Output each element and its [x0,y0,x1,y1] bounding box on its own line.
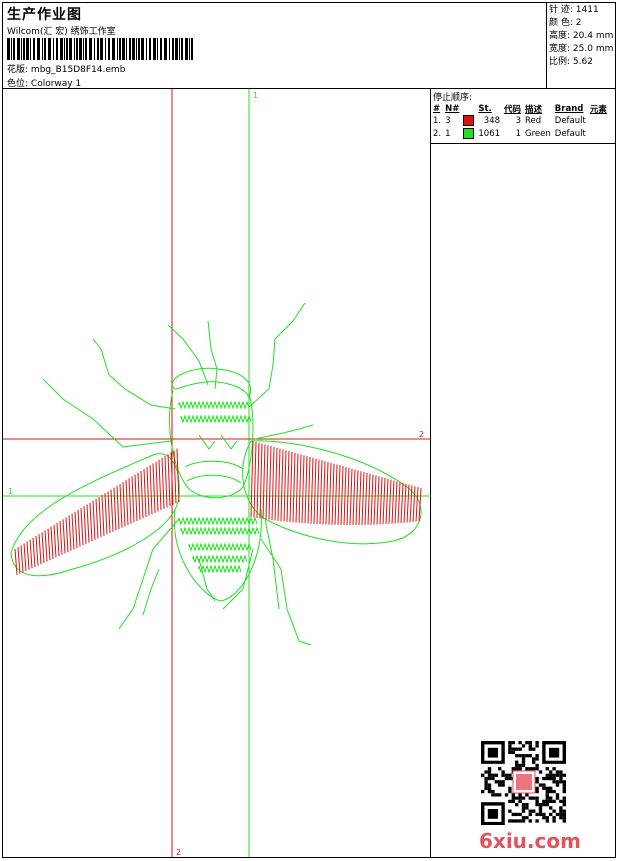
table-row: 2. 1 1061 1 Green Default [433,128,586,139]
design-line: 花版: mbg_B15D8F14.emb [7,62,125,75]
colorway-label: 色位: [7,79,29,89]
design-canvas: 1 1 2 2 [3,89,431,857]
stat-height: 高度: 20.4 mm [549,31,614,41]
color-swatch-red [463,115,475,126]
col-index: # [433,104,441,114]
production-worksheet: 生产作业图 Wilcom(汇 宏) 绣饰工作室 花版: mbg_B15D8F14… [2,2,616,858]
studio-name: Wilcom(汇 宏) 绣饰工作室 [7,27,116,37]
col-element: 元素 [589,105,607,115]
stat-colors: 颜 色: 2 [549,18,582,28]
col-code: 代码 [504,105,522,115]
qr-code [481,741,566,825]
table-header-row: # N# St. 代码 描述 Brand 元素 [432,103,610,115]
design-file: mbg_B15D8F14.emb [30,65,126,75]
col-needle: N# [445,104,460,114]
stat-scale: 比例: 5.62 [549,57,593,67]
red-horizontal-guide-label: 2 [419,430,424,439]
green-horizontal-guide-label: 1 [8,487,13,496]
red-vertical-guide-label: 2 [176,848,181,857]
fly-body-satin [178,400,260,574]
header-panel: 生产作业图 Wilcom(汇 宏) 绣饰工作室 花版: mbg_B15D8F14… [3,3,547,89]
colorway-line: 色位: Colorway 1 [7,76,81,89]
stats-panel: 针 迹: 1411 颜 色: 2 高度: 20.4 mm 宽度: 25.0 mm… [547,3,615,89]
stat-stitches: 针 迹: 1411 [549,5,599,15]
right-wing [242,440,422,545]
watermark-text: 6xiu.com [479,829,581,853]
table-row: 1. 3 348 3 Red Default [433,115,586,126]
page-title: 生产作业图 [7,7,82,23]
col-description: 描述 [525,105,543,115]
left-wing [10,448,180,577]
table-divider [431,143,615,144]
colorway-value: Colorway 1 [30,79,82,89]
design-label: 花版: [7,65,29,75]
stop-sequence-heading: 停止顺序: [433,93,473,103]
stat-width: 宽度: 25.0 mm [549,44,614,54]
stop-sequence-table: # N# St. 代码 描述 Brand 元素 1. 3 348 3 Red D… [432,103,610,141]
embroidery-preview: 1 1 2 2 [3,89,431,857]
barcode [7,38,193,60]
color-swatch-green [463,128,475,139]
col-swatch [462,103,477,115]
col-brand: Brand [554,104,584,114]
green-vertical-guide-label: 1 [253,91,258,100]
col-stitches: St. [478,104,492,114]
